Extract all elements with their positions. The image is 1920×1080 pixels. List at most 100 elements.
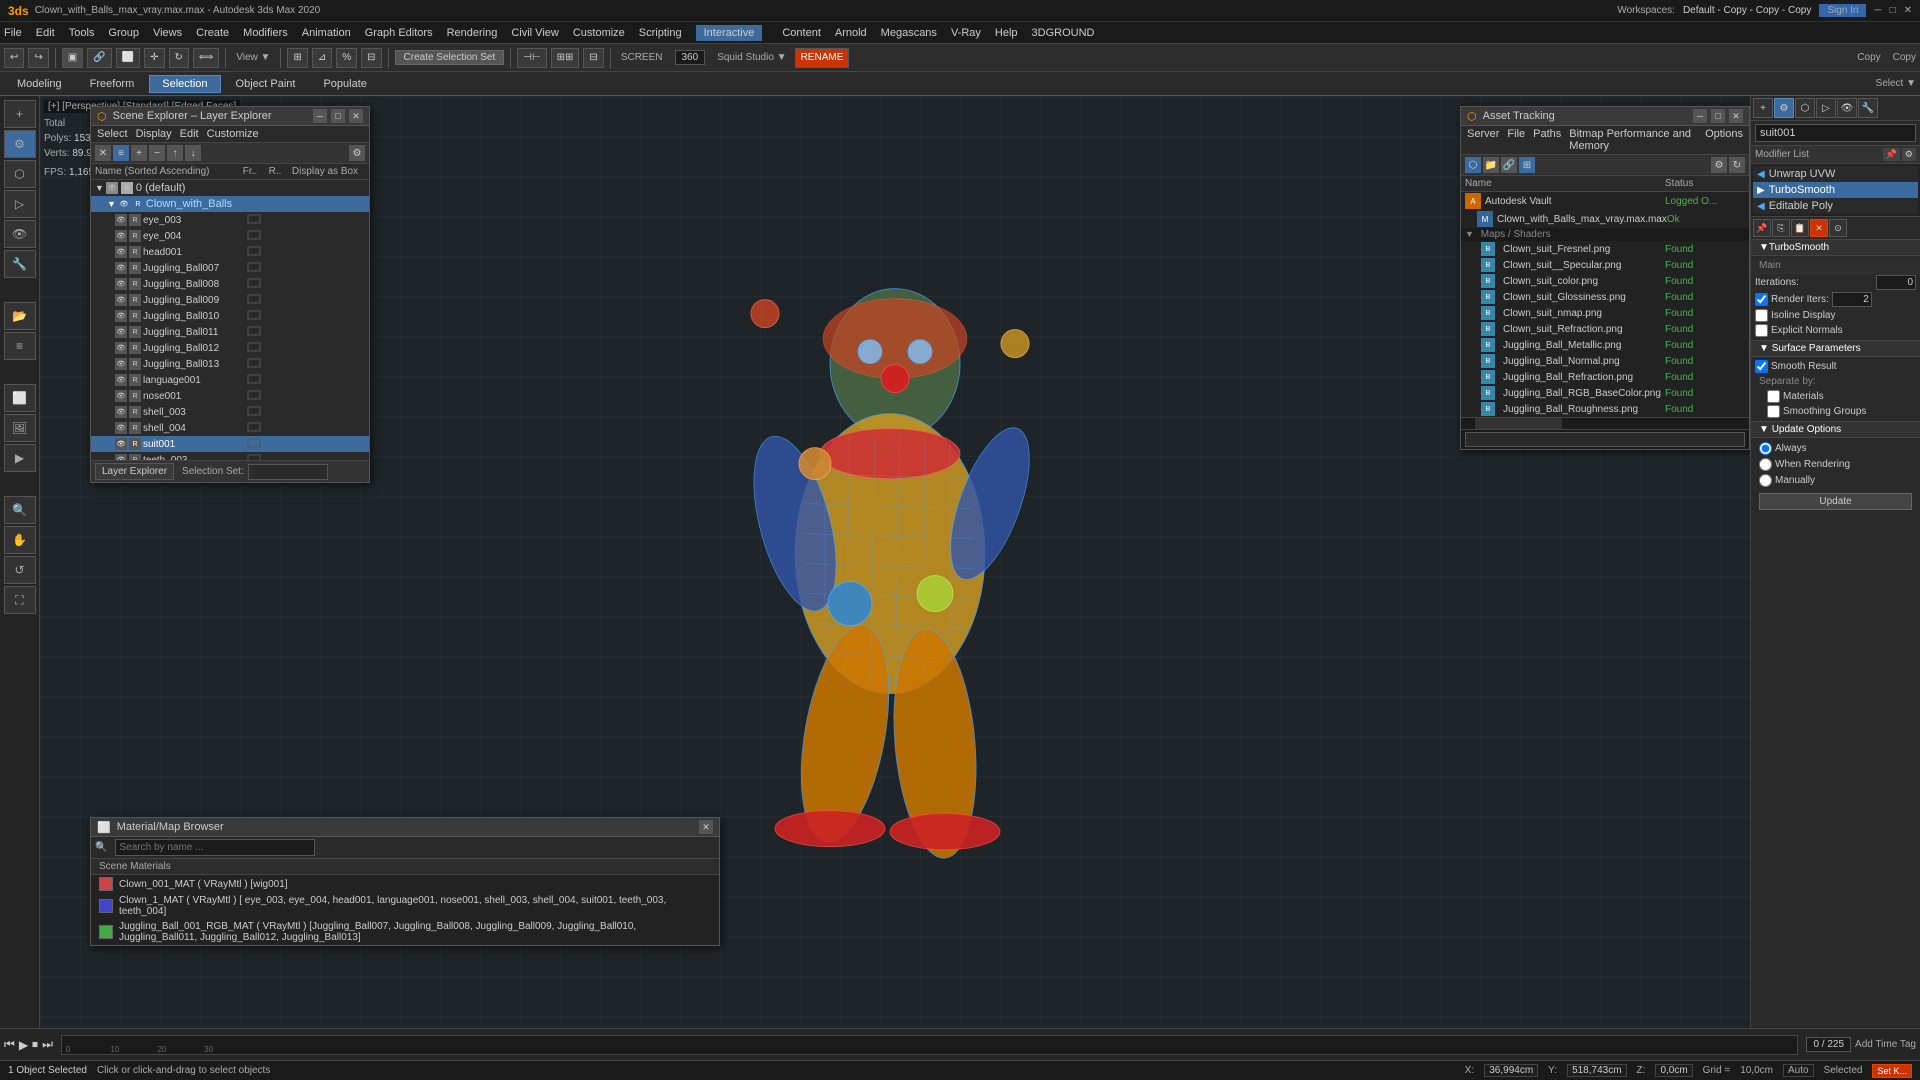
menu-content[interactable]: Content — [782, 27, 821, 39]
se-row-teeth-003[interactable]: 👁 R teeth_003 — [91, 452, 369, 460]
tab-selection[interactable]: Selection — [149, 75, 220, 93]
maximize-btn[interactable]: □ — [1890, 5, 1896, 16]
zoom-icon[interactable]: 🔍 — [4, 496, 36, 524]
menu-rendering[interactable]: Rendering — [447, 27, 498, 39]
rp-smoothing-groups-cb[interactable] — [1767, 405, 1780, 418]
sb-auto-btn[interactable]: Auto — [1783, 1064, 1814, 1077]
menu-vray[interactable]: V-Ray — [951, 27, 981, 39]
menu-help[interactable]: Help — [995, 27, 1018, 39]
row-rend-icon[interactable]: R — [129, 294, 141, 306]
se-add-btn[interactable]: + — [131, 145, 147, 161]
at-asset-juggling-ball-rgb-basecolor-png[interactable]: B Juggling_Ball_RGB_BaseColor.png Found — [1461, 385, 1749, 401]
rp-make-unique-btn[interactable]: ⊙ — [1829, 219, 1847, 237]
at-asset-clown-suit-glossiness-png[interactable]: B Clown_suit_Glossiness.png Found — [1461, 289, 1749, 305]
at-menu-paths[interactable]: Paths — [1533, 128, 1561, 152]
se-maximize-btn[interactable]: □ — [331, 109, 345, 123]
scale-btn[interactable]: ⟺ — [193, 48, 219, 68]
rp-unwrap-uvw-row[interactable]: ◀ Unwrap UVW — [1753, 166, 1918, 182]
select-link-btn[interactable]: 🔗 — [87, 48, 111, 68]
row-rend-icon[interactable]: R — [129, 230, 141, 242]
row-vis-icon[interactable]: 👁 — [115, 262, 127, 274]
orbit-icon[interactable]: ↺ — [4, 556, 36, 584]
menu-3dground[interactable]: 3DGROUND — [1032, 27, 1095, 39]
pan-icon[interactable]: ✋ — [4, 526, 36, 554]
se-row-eye-003[interactable]: 👁 R eye_003 — [91, 212, 369, 228]
tl-add-time-tag[interactable]: Add Time Tag — [1855, 1039, 1916, 1050]
at-asset-juggling-ball-refraction-png[interactable]: B Juggling_Ball_Refraction.png Found — [1461, 369, 1749, 385]
tl-next-frame-btn[interactable]: ⏭ — [42, 1037, 53, 1052]
rp-explicit-normals-cb[interactable] — [1755, 324, 1768, 337]
select-rect-btn[interactable]: ⬜ — [116, 48, 140, 68]
at-asset-juggling-ball-metallic-png[interactable]: B Juggling_Ball_Metallic.png Found — [1461, 337, 1749, 353]
array-btn[interactable]: ⊞⊞ — [551, 48, 580, 68]
display-icon[interactable]: 👁 — [4, 220, 36, 248]
at-asset-clown-suit--specular-png[interactable]: B Clown_suit__Specular.png Found — [1461, 257, 1749, 273]
menu-interactive[interactable]: Interactive — [696, 25, 763, 41]
row-vis-icon[interactable]: 👁 — [115, 342, 127, 354]
rp-render-iters-cb[interactable] — [1755, 293, 1768, 306]
at-menu-server[interactable]: Server — [1467, 128, 1499, 152]
at-asset-juggling-ball-roughness-png[interactable]: B Juggling_Ball_Roughness.png Found — [1461, 401, 1749, 417]
align-btn[interactable]: ⊟ — [583, 48, 603, 68]
select-object-btn[interactable]: ▣ — [62, 48, 83, 68]
se-row-suit001[interactable]: 👁 R suit001 — [91, 436, 369, 452]
se-filter-btn[interactable]: ✕ — [95, 145, 111, 161]
se-row-nose001[interactable]: 👁 R nose001 — [91, 388, 369, 404]
tl-stop-btn[interactable]: ⏹ — [32, 1037, 38, 1052]
at-scrollbar[interactable] — [1461, 417, 1749, 429]
se-remove-btn[interactable]: − — [149, 145, 165, 161]
render-icon[interactable]: ▶ — [4, 444, 36, 472]
row-vis-icon[interactable]: 👁 — [115, 278, 127, 290]
workspace-value[interactable]: Default - Copy - Copy - Copy — [1683, 5, 1811, 16]
at-maximize-btn[interactable]: □ — [1711, 109, 1725, 123]
at-toolbar-icon3[interactable]: 🔗 — [1501, 157, 1517, 173]
percent-snap-btn[interactable]: % — [336, 48, 357, 68]
rotate-btn[interactable]: ↻ — [169, 48, 189, 68]
at-file-row[interactable]: M Clown_with_Balls_max_vray.max.max Ok — [1461, 210, 1749, 228]
se-menu-display[interactable]: Display — [136, 128, 172, 140]
sb-set-key-btn[interactable]: Set K... — [1872, 1064, 1912, 1078]
menu-views[interactable]: Views — [153, 27, 182, 39]
row-rend-icon[interactable]: R — [129, 262, 141, 274]
close-btn[interactable]: ✕ — [1904, 5, 1912, 16]
viewport[interactable]: [+] [Perspective] [Standard] [Edged Face… — [40, 96, 1750, 1028]
layer-visibility-icon[interactable]: 👁 — [106, 182, 118, 194]
layer-manager-icon[interactable]: ≡ — [4, 332, 36, 360]
row-rend-icon[interactable]: R — [129, 406, 141, 418]
row-vis-icon[interactable]: 👁 — [115, 438, 127, 450]
at-vault-row[interactable]: A Autodesk Vault Logged O... — [1461, 192, 1749, 210]
mb-mat-3[interactable]: Juggling_Ball_001_RGB_MAT ( VRayMtl ) [J… — [91, 919, 719, 945]
row-vis-icon[interactable]: 👁 — [115, 358, 127, 370]
se-footer-layer-btn[interactable]: Layer Explorer — [95, 463, 174, 480]
menu-animation[interactable]: Animation — [302, 27, 351, 39]
se-row-layer-default[interactable]: ▼ 👁 R 0 (default) — [91, 180, 369, 196]
rp-render-iters-input[interactable] — [1832, 292, 1872, 307]
at-asset-clown-suit-refraction-png[interactable]: B Clown_suit_Refraction.png Found — [1461, 321, 1749, 337]
se-close-btn[interactable]: ✕ — [349, 109, 363, 123]
create-selection-set-btn[interactable]: Create Selection Set — [395, 50, 505, 65]
menu-create[interactable]: Create — [196, 27, 229, 39]
row-vis-icon[interactable]: 👁 — [115, 294, 127, 306]
row-rend-icon[interactable]: R — [129, 342, 141, 354]
se-row-juggling-ball013[interactable]: 👁 R Juggling_Ball013 — [91, 356, 369, 372]
se-row-juggling-ball009[interactable]: 👁 R Juggling_Ball009 — [91, 292, 369, 308]
clown-vis-icon[interactable]: 👁 — [118, 198, 130, 210]
at-path-field[interactable] — [1465, 432, 1745, 447]
clown-rend-icon[interactable]: R — [132, 198, 144, 210]
menu-edit[interactable]: Edit — [36, 27, 55, 39]
se-menu-select[interactable]: Select — [97, 128, 128, 140]
at-asset-clown-suit-nmap-png[interactable]: B Clown_suit_nmap.png Found — [1461, 305, 1749, 321]
se-minimize-btn[interactable]: ─ — [313, 109, 327, 123]
rp-always-radio[interactable] — [1759, 442, 1772, 455]
tl-play-btn[interactable]: ▶ — [19, 1038, 28, 1052]
rp-motion-tab[interactable]: ▷ — [1816, 98, 1836, 118]
redo-btn[interactable]: ↪ — [28, 48, 48, 68]
rp-pin-btn[interactable]: 📌 — [1883, 148, 1900, 161]
rp-editable-poly-row[interactable]: ◀ Editable Poly — [1753, 198, 1918, 214]
menu-megascans[interactable]: Megascans — [881, 27, 937, 39]
rp-turbosmooth-row[interactable]: ▶ TurboSmooth — [1753, 182, 1918, 198]
rp-paste-mod-btn[interactable]: 📋 — [1791, 219, 1809, 237]
scene-explorer-icon[interactable]: 📂 — [4, 302, 36, 330]
move-btn[interactable]: ✛ — [144, 48, 164, 68]
copy-label-2[interactable]: Copy — [1893, 52, 1916, 63]
